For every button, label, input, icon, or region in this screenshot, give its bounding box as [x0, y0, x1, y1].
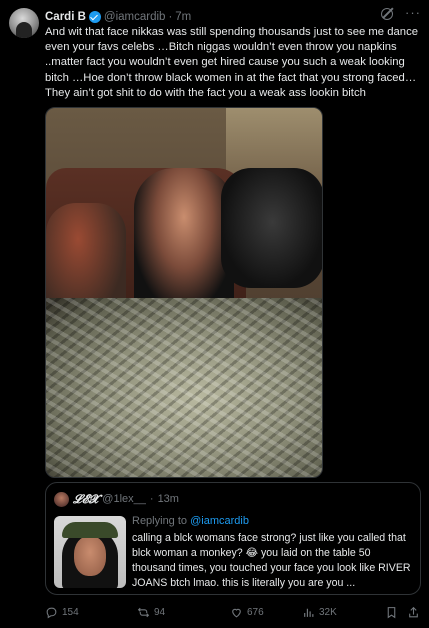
tweet-photo[interactable]	[45, 107, 323, 478]
repost-button[interactable]: 94	[137, 606, 165, 619]
bookmark-button[interactable]	[385, 606, 398, 619]
tweet-text: And wit that face nikkas was still spend…	[45, 26, 419, 99]
replying-to-label: Replying to	[132, 515, 188, 527]
bookmark-icon	[387, 607, 396, 619]
replying-to: Replying to @iamcardib	[132, 515, 249, 527]
repost-icon	[137, 607, 150, 618]
share-button[interactable]	[407, 606, 420, 619]
photo-money-pile	[46, 298, 322, 477]
photo-person-right	[221, 168, 322, 288]
heart-icon	[232, 608, 241, 618]
like-button[interactable]: 676	[230, 606, 264, 619]
quote-header: 𝓛𝓔𝓧 @1lex__ · 13m	[54, 491, 179, 507]
repost-count: 94	[154, 607, 166, 618]
author-avatar[interactable]	[9, 8, 39, 38]
quote-separator-dot: ·	[149, 493, 154, 505]
views-button[interactable]: 32K	[302, 606, 337, 619]
author-handle[interactable]: @iamcardib	[104, 11, 166, 23]
reply-count: 154	[62, 607, 79, 618]
verified-badge-icon	[88, 11, 101, 23]
quote-avatar	[54, 491, 69, 507]
reply-icon	[46, 607, 57, 619]
grok-icon[interactable]	[381, 8, 393, 20]
like-count: 676	[247, 607, 264, 618]
quote-text: calling a blck womans face strong? just …	[132, 532, 411, 589]
quote-time: 13m	[157, 493, 179, 505]
reply-button[interactable]: 154	[45, 606, 79, 619]
author-name[interactable]: Cardi B	[45, 11, 86, 23]
replying-to-handle[interactable]: @iamcardib	[190, 515, 249, 527]
tweet-actions: 154 94 676 32K	[45, 606, 421, 622]
views-icon	[304, 608, 314, 617]
share-icon	[409, 606, 418, 618]
tweet-time[interactable]: 7m	[175, 11, 191, 23]
more-icon[interactable]: ···	[405, 6, 421, 20]
tweet-header: Cardi B @iamcardib · 7m	[45, 9, 191, 25]
thumb-face	[74, 536, 106, 576]
quote-author-handle: @1lex__	[102, 493, 146, 505]
quote-author-name: 𝓛𝓔𝓧	[73, 491, 99, 506]
thumb-cap	[62, 522, 118, 538]
quote-thumbnail	[54, 516, 126, 588]
views-count: 32K	[319, 607, 337, 618]
quoted-tweet[interactable]: 𝓛𝓔𝓧 @1lex__ · 13m Replying to @iamcardib…	[45, 482, 421, 595]
tweet-top-actions: ···	[381, 6, 421, 20]
separator-dot: ·	[168, 11, 173, 23]
photo-person-center	[134, 168, 234, 308]
